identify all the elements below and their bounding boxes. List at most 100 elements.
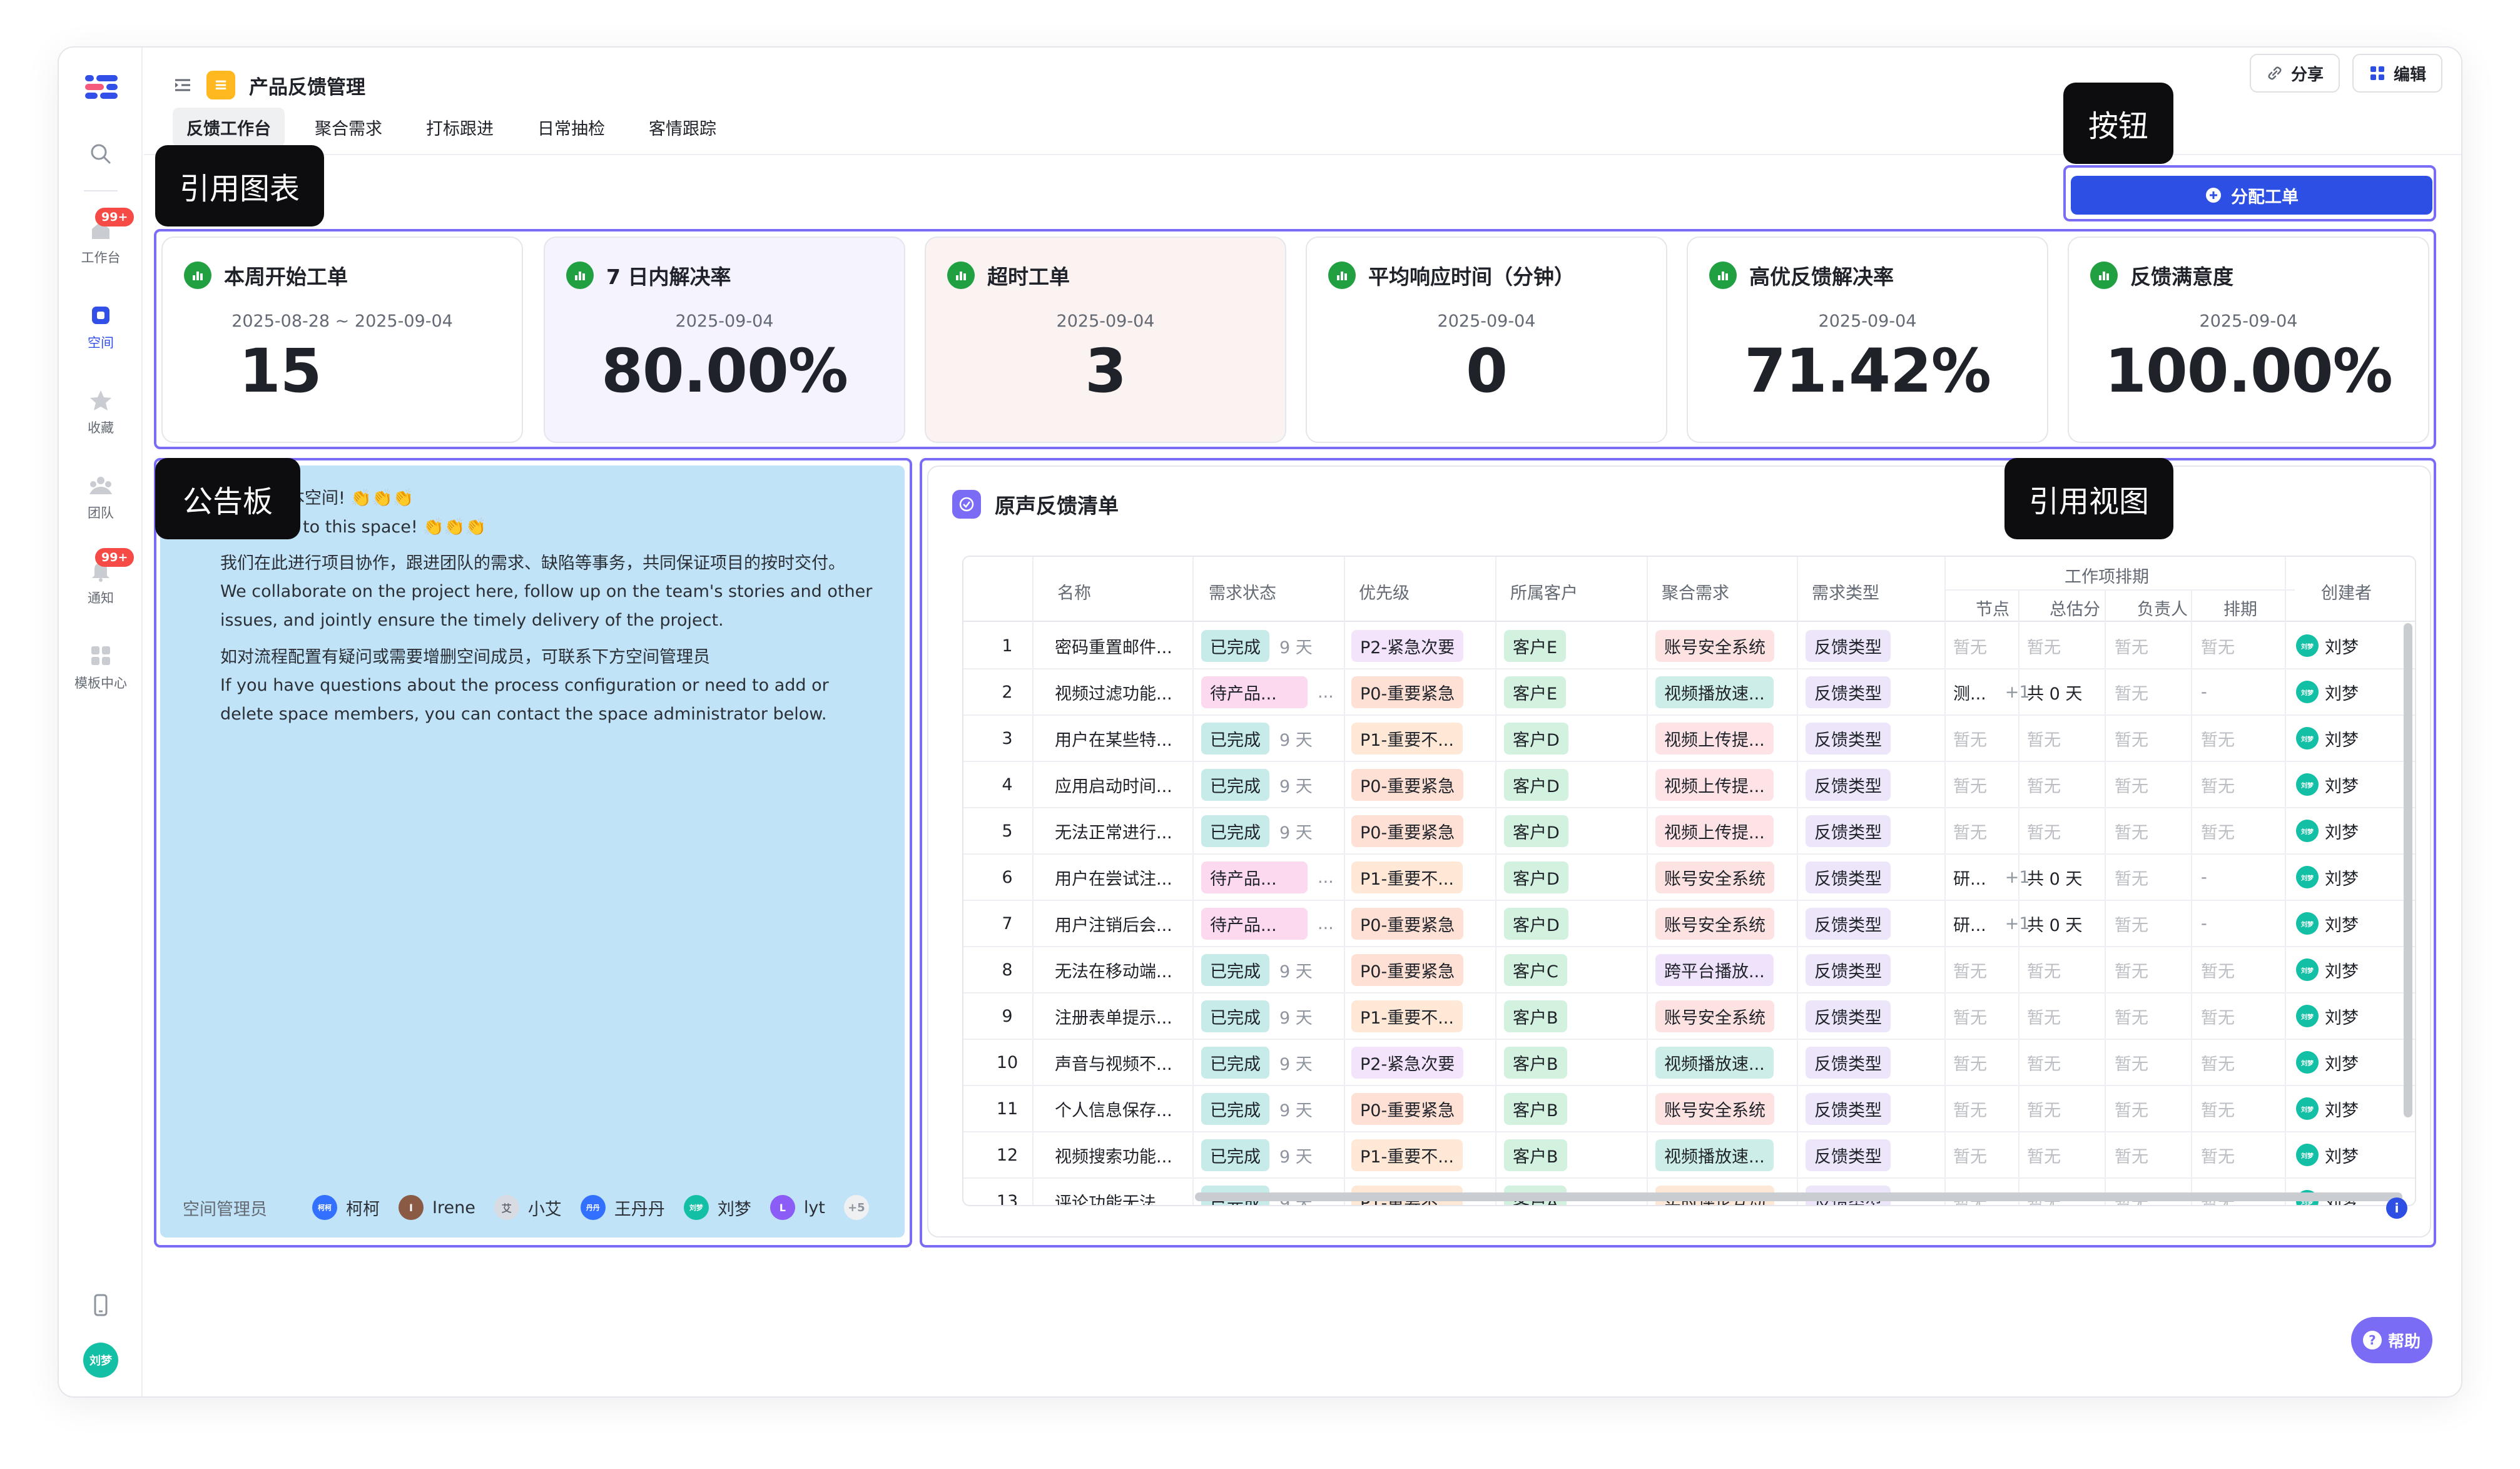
aggregate-tag[interactable]: 账号安全系统	[1655, 629, 1774, 662]
row-name[interactable]: 个人信息保存...	[1055, 1086, 1172, 1131]
type-tag[interactable]: 反馈类型	[1806, 907, 1891, 940]
collapse-sidebar-icon[interactable]	[173, 75, 193, 95]
sidebar-item-workbench[interactable]: 99+ 工作台	[59, 208, 143, 293]
aggregate-tag[interactable]: 账号安全系统	[1655, 1000, 1774, 1032]
col-type[interactable]: 需求类型	[1812, 579, 1879, 604]
customer-tag[interactable]: 客户D	[1504, 907, 1568, 940]
bulletin-board[interactable]: 欢迎来到本空间! 👏👏👏 Welcome to this space! 👏👏👏 …	[160, 465, 905, 1238]
table-row[interactable]: 12 视频搜索功能... 已完成 9 天 P1-重要不... 客户B 视频播放速... 反馈类…	[963, 1132, 2415, 1179]
sidebar-item-space[interactable]: 空间	[59, 303, 143, 378]
col-name[interactable]: 名称	[1057, 579, 1091, 604]
table-row[interactable]: 9 注册表单提示... 已完成 9 天 P1-重要不... 客户B 账号安全系统 反馈类型 暂无…	[963, 994, 2415, 1040]
status-tag[interactable]: 已完成	[1201, 1139, 1269, 1171]
type-tag[interactable]: 反馈类型	[1806, 1092, 1891, 1125]
type-tag[interactable]: 反馈类型	[1806, 629, 1891, 662]
type-tag[interactable]: 反馈类型	[1806, 676, 1891, 708]
table-row[interactable]: 3 用户在某些特... 已完成 9 天 P1-重要不... 客户D 视频上传提... 反馈类型…	[963, 716, 2415, 762]
status-tag[interactable]: 已完成	[1201, 722, 1269, 755]
customer-tag[interactable]: 客户B	[1504, 1139, 1567, 1171]
priority-tag[interactable]: P0-重要紧急	[1351, 815, 1464, 847]
priority-tag[interactable]: P0-重要紧急	[1351, 676, 1464, 708]
col-status[interactable]: 需求状态	[1209, 579, 1276, 604]
status-tag[interactable]: 已完成	[1201, 953, 1269, 986]
tab-aggregate-requirements[interactable]: 聚合需求	[301, 108, 396, 147]
admin-member[interactable]: 刘梦 刘梦	[683, 1195, 751, 1220]
priority-tag[interactable]: P2-紧急次要	[1351, 1046, 1464, 1079]
admin-member[interactable]: 艾小艾	[494, 1195, 562, 1220]
admin-member[interactable]: 柯柯 柯柯	[312, 1195, 380, 1220]
aggregate-tag[interactable]: 视频播放速...	[1655, 1139, 1774, 1171]
app-logo-icon[interactable]	[84, 69, 119, 104]
kpi-card[interactable]: 7 日内解决率 2025-09-04 80.00%	[544, 236, 905, 443]
status-tag[interactable]: 待产品...	[1201, 907, 1308, 940]
col-creator[interactable]: 创建者	[2321, 579, 2372, 604]
status-tag[interactable]: 待产品...	[1201, 861, 1308, 893]
customer-tag[interactable]: 客户D	[1504, 861, 1568, 893]
kpi-card[interactable]: 反馈满意度 2025-09-04 100.00%	[2068, 236, 2429, 443]
customer-tag[interactable]: 客户B	[1504, 1092, 1567, 1125]
more-admins-badge[interactable]: +5	[843, 1195, 869, 1220]
aggregate-tag[interactable]: 视频上传提...	[1655, 722, 1774, 755]
table-row[interactable]: 7 用户注销后会... 待产品...... P0-重要紧急 客户D 账号安全系统 反馈类型 研…	[963, 901, 2415, 947]
status-tag[interactable]: 已完成	[1201, 815, 1269, 847]
priority-tag[interactable]: P1-重要不...	[1351, 1000, 1463, 1032]
customer-tag[interactable]: 客户B	[1504, 1000, 1567, 1032]
tab-daily-inspection[interactable]: 日常抽检	[524, 108, 619, 147]
sidebar-item-team[interactable]: 团队	[59, 473, 143, 548]
aggregate-tag[interactable]: 视频上传提...	[1655, 815, 1774, 847]
priority-tag[interactable]: P2-紧急次要	[1351, 629, 1464, 662]
col-priority[interactable]: 优先级	[1359, 579, 1410, 604]
row-name[interactable]: 无法正常进行...	[1055, 808, 1172, 853]
priority-tag[interactable]: P0-重要紧急	[1351, 1092, 1464, 1125]
kpi-card[interactable]: 高优反馈解决率 2025-09-04 71.42%	[1687, 236, 2048, 443]
tab-feedback-workbench[interactable]: 反馈工作台	[173, 108, 285, 147]
col-aggregate[interactable]: 聚合需求	[1662, 579, 1729, 604]
table-row[interactable]: 8 无法在移动端... 已完成 9 天 P0-重要紧急 客户C 跨平台播放... 反馈类型 暂无…	[963, 947, 2415, 994]
table-row[interactable]: 5 无法正常进行... 已完成 9 天 P0-重要紧急 客户D 视频上传提... 反馈类型 暂无…	[963, 808, 2415, 855]
status-tag[interactable]: 已完成	[1201, 1000, 1269, 1032]
customer-tag[interactable]: 客户D	[1504, 768, 1568, 801]
assign-ticket-button[interactable]: 分配工单	[2071, 176, 2432, 215]
table-row[interactable]: 4 应用启动时间... 已完成 9 天 P0-重要紧急 客户D 视频上传提... 反馈类型 暂无…	[963, 762, 2415, 808]
type-tag[interactable]: 反馈类型	[1806, 1000, 1891, 1032]
aggregate-tag[interactable]: 视频播放速...	[1655, 1046, 1774, 1079]
aggregate-tag[interactable]: 账号安全系统	[1655, 907, 1774, 940]
priority-tag[interactable]: P1-重要不...	[1351, 1139, 1463, 1171]
status-tag[interactable]: 已完成	[1201, 629, 1269, 662]
status-tag[interactable]: 已完成	[1201, 1092, 1269, 1125]
type-tag[interactable]: 反馈类型	[1806, 768, 1891, 801]
help-button[interactable]: ? 帮助	[2351, 1317, 2432, 1363]
row-name[interactable]: 应用启动时间...	[1055, 762, 1172, 807]
tab-tagging-followup[interactable]: 打标跟进	[412, 108, 507, 147]
aggregate-tag[interactable]: 账号安全系统	[1655, 861, 1774, 893]
search-icon[interactable]	[59, 141, 143, 216]
row-name[interactable]: 视频搜索功能...	[1055, 1132, 1172, 1177]
customer-tag[interactable]: 客户E	[1504, 629, 1567, 662]
priority-tag[interactable]: P0-重要紧急	[1351, 768, 1464, 801]
tab-customer-tracking[interactable]: 客情跟踪	[635, 108, 730, 147]
horizontal-scrollbar[interactable]	[1195, 1192, 2402, 1201]
type-tag[interactable]: 反馈类型	[1806, 953, 1891, 986]
table-row[interactable]: 1 密码重置邮件... 已完成 9 天 P2-紧急次要 客户E 账号安全系统 反馈类型 暂无 暂无…	[963, 623, 2415, 669]
status-tag[interactable]: 待产品...	[1201, 676, 1308, 708]
customer-tag[interactable]: 客户D	[1504, 815, 1568, 847]
col-plan[interactable]: 排期	[2223, 596, 2257, 620]
aggregate-tag[interactable]: 账号安全系统	[1655, 1092, 1774, 1125]
type-tag[interactable]: 反馈类型	[1806, 1046, 1891, 1079]
row-name[interactable]: 用户在某些特...	[1055, 716, 1172, 761]
aggregate-tag[interactable]: 跨平台播放...	[1655, 953, 1774, 986]
admin-member[interactable]: Llyt	[770, 1195, 825, 1220]
priority-tag[interactable]: P1-重要不...	[1351, 722, 1463, 755]
edit-button[interactable]: 编辑	[2352, 54, 2442, 93]
aggregate-tag[interactable]: 视频播放速...	[1655, 676, 1774, 708]
type-tag[interactable]: 反馈类型	[1806, 1139, 1891, 1171]
customer-tag[interactable]: 客户B	[1504, 1046, 1567, 1079]
sidebar-item-templates[interactable]: 模板中心	[59, 643, 143, 718]
table-row[interactable]: 10 声音与视频不... 已完成 9 天 P2-紧急次要 客户B 视频播放速... 反馈类型 暂…	[963, 1040, 2415, 1086]
admin-member[interactable]: 丹丹 王丹丹	[580, 1195, 665, 1220]
customer-tag[interactable]: 客户E	[1504, 676, 1567, 708]
col-customer[interactable]: 所属客户	[1510, 579, 1578, 604]
col-owner[interactable]: 负责人	[2137, 596, 2188, 620]
sidebar-item-notifications[interactable]: 99+ 通知	[59, 548, 143, 633]
row-name[interactable]: 用户在尝试注...	[1055, 855, 1172, 900]
